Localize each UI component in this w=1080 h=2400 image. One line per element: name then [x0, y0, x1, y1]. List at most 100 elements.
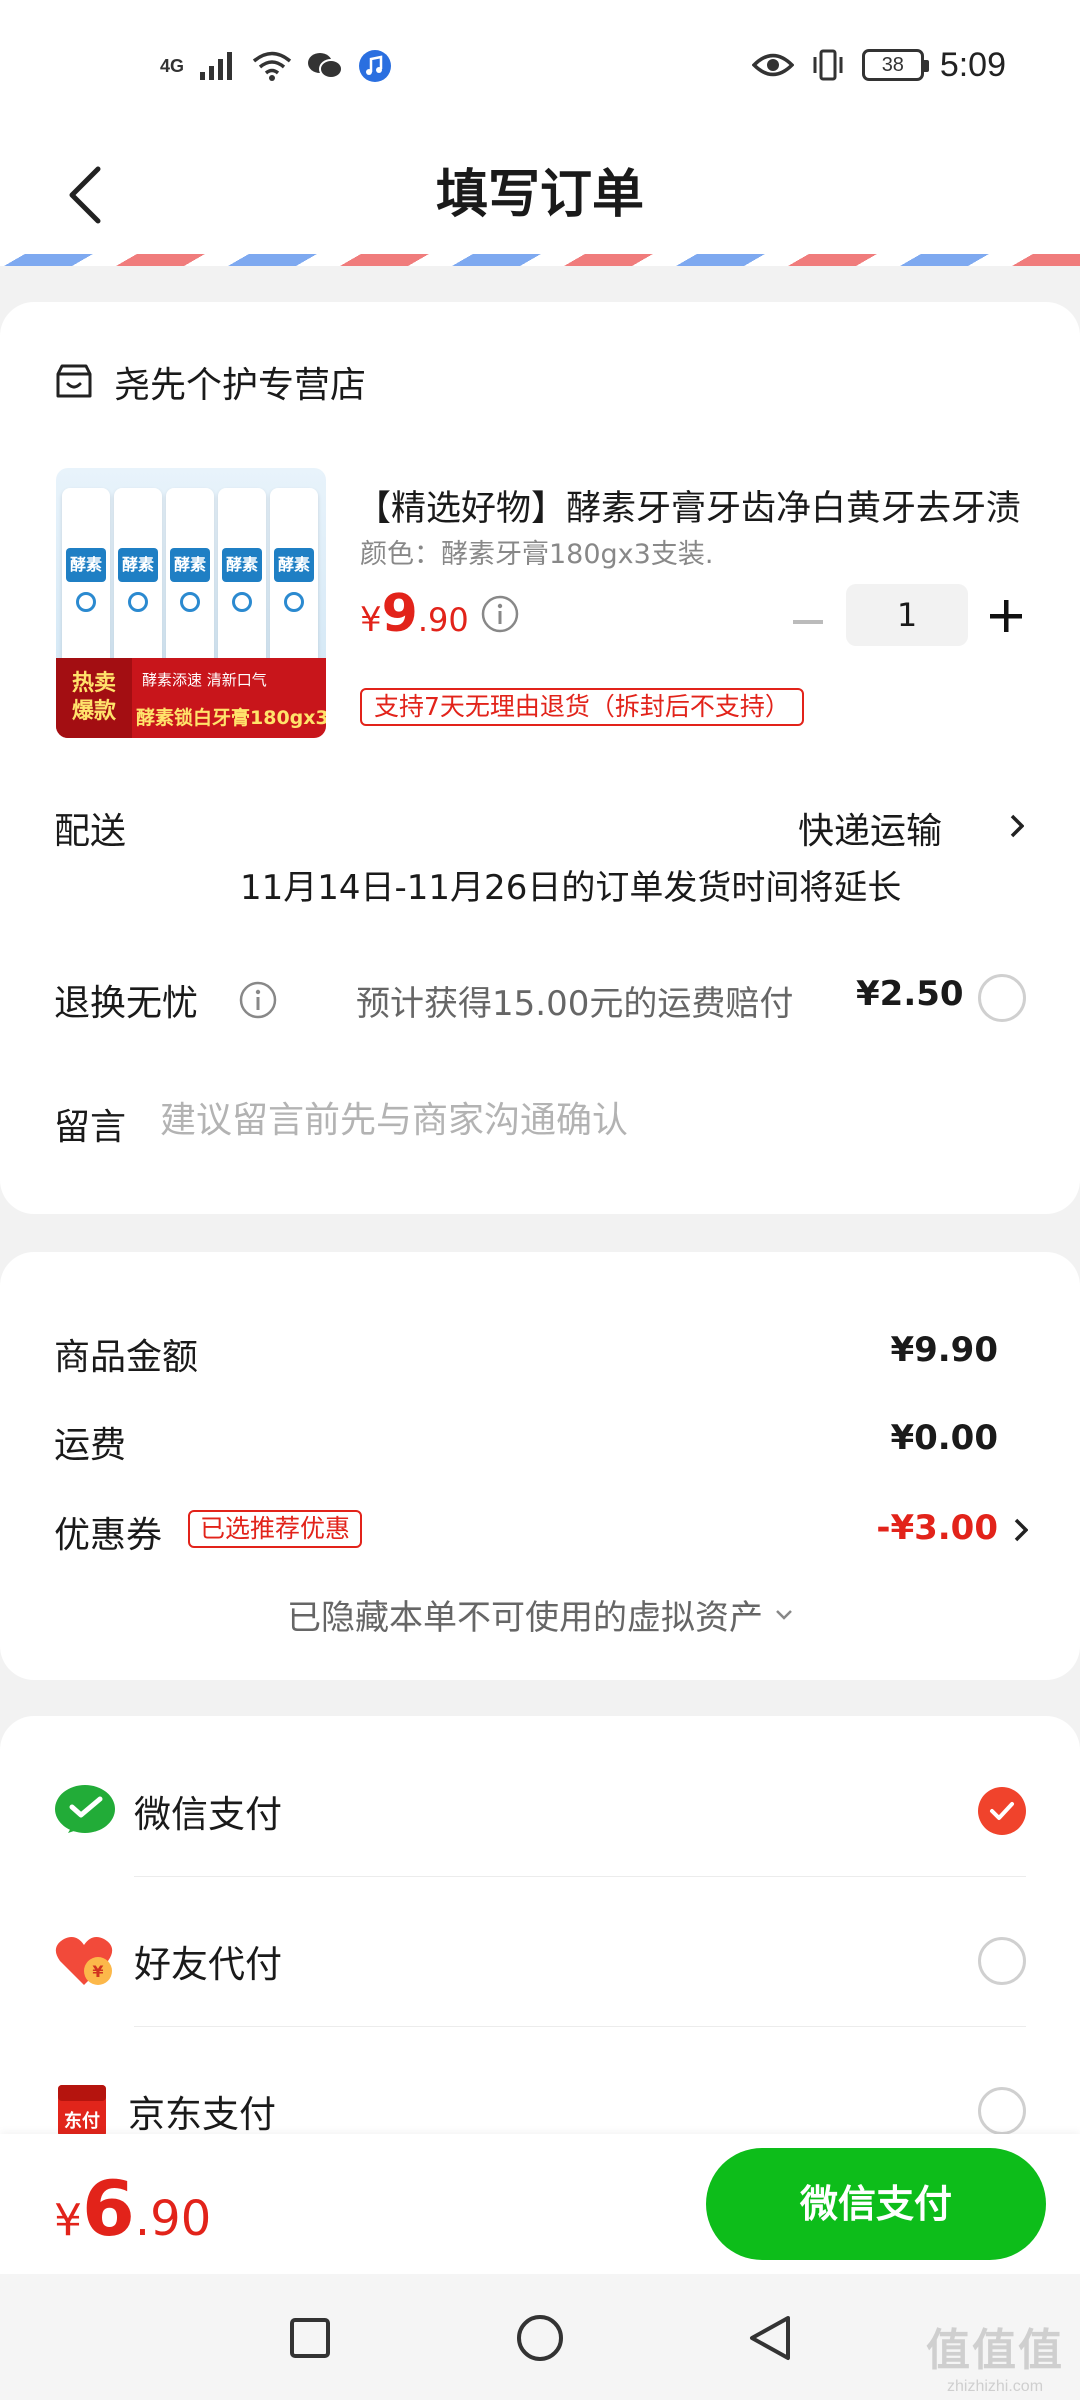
watermark: 值值值 zhizhizhi.com — [926, 2314, 1064, 2396]
quantity-value[interactable]: 1 — [846, 584, 968, 646]
watermark-logo: 值值值 — [926, 2325, 1064, 2376]
payment-name-jd: 京东支付 — [128, 2093, 276, 2136]
payment-divider — [134, 1876, 1026, 1877]
product-spec[interactable]: 颜色：酵素牙膏180gx3支装. — [360, 532, 713, 571]
product-hot-label: 热卖爆款 — [56, 658, 132, 738]
tube-label: 酵素 — [66, 548, 106, 582]
square-icon — [290, 2318, 330, 2358]
home-button[interactable] — [514, 2312, 566, 2364]
page-header: 填写订单 — [0, 130, 1080, 260]
delivery-chevron[interactable] — [1002, 804, 1032, 848]
product-tube: 酵素 — [270, 488, 318, 668]
chevron-down-icon — [776, 1609, 792, 1620]
return-worry-radio[interactable] — [978, 974, 1026, 1022]
delivery-delay-note: 11月14日-11月26日的订单发货时间将延长 — [240, 868, 902, 908]
store-header[interactable]: 尧先个护专营店 — [54, 356, 366, 408]
payment-name-friend: 好友代付 — [134, 1943, 282, 1986]
store-icon — [56, 364, 92, 398]
price-symbol: ¥ — [360, 600, 382, 640]
wechat-pay-icon — [55, 1785, 115, 1833]
info-icon — [239, 981, 277, 1019]
product-tube: 酵素 — [218, 488, 266, 668]
return-worry-info-button[interactable] — [238, 980, 278, 1024]
coupon-value[interactable]: -¥3.00 — [876, 1508, 998, 1548]
tube-dot — [128, 592, 148, 612]
checkmark-icon — [990, 1802, 1014, 1820]
shipping-fee-label: 运费 — [54, 1425, 127, 1466]
quantity-decrease-button[interactable] — [790, 602, 826, 642]
signal-icon — [200, 52, 233, 80]
hidden-assets-toggle[interactable]: 已隐藏本单不可使用的虚拟资产 — [0, 1590, 1080, 1639]
status-icons-left: 4G — [160, 44, 392, 88]
delivery-label: 配送 — [54, 811, 127, 852]
delivery-method[interactable]: 快递运输 — [798, 802, 942, 854]
return-worry-description: 预计获得15.00元的运费赔付 — [356, 984, 794, 1024]
total-symbol: ¥ — [54, 2195, 82, 2246]
goods-amount-value: ¥9.90 — [890, 1330, 998, 1370]
payment-option-wechat[interactable]: 微信支付 — [54, 1736, 1026, 1886]
price-decimal: .90 — [417, 601, 469, 639]
wifi-icon — [252, 51, 292, 81]
info-icon — [481, 595, 519, 633]
recent-apps-button[interactable] — [284, 2312, 336, 2364]
tube-label: 酵素 — [170, 548, 210, 582]
jd-pay-icon-text: 东付 — [64, 2110, 100, 2132]
triangle-back-icon — [750, 2316, 790, 2360]
music-app-icon — [359, 50, 392, 82]
pay-button[interactable]: 微信支付 — [706, 2148, 1046, 2260]
tube-dot — [76, 592, 96, 612]
product-title[interactable]: 【精选好物】酵素牙膏牙齿净白黄牙去牙渍 — [356, 480, 1036, 531]
return-worry-label: 退换无忧 — [54, 983, 199, 1024]
coupon-chevron[interactable] — [1006, 1508, 1036, 1552]
total-price: ¥ 6 .90 — [54, 2164, 211, 2253]
tube-dot — [180, 592, 200, 612]
payment-radio-friend[interactable] — [978, 1937, 1026, 1985]
tube-dot — [284, 592, 304, 612]
eye-icon — [751, 53, 794, 77]
watermark-url: zhizhizhi.com — [946, 2378, 1044, 2395]
battery-indicator: 38 — [861, 49, 929, 81]
coupon-tag: 已选推荐优惠 — [188, 1510, 363, 1548]
goods-amount-label: 商品金额 — [54, 1337, 199, 1378]
return-policy-tag: 支持7天无理由退货（拆封后不支持） — [360, 688, 804, 726]
system-nav-bar: 值值值 zhizhizhi.com — [0, 2274, 1080, 2400]
shipping-fee-value: ¥0.00 — [890, 1418, 998, 1458]
message-label: 留言 — [54, 1107, 127, 1148]
chevron-right-icon — [1010, 814, 1024, 838]
wechat-notification-icon — [308, 53, 344, 79]
product-tube: 酵素 — [166, 488, 214, 668]
address-stripe-divider — [0, 254, 1080, 266]
tube-label: 酵素 — [118, 548, 158, 582]
price-integer: 9 — [381, 584, 418, 644]
coupon-label: 优惠券 — [54, 1515, 163, 1556]
quantity-increase-button[interactable] — [986, 596, 1026, 636]
status-bar: 4G 38 5:09 — [0, 0, 1080, 130]
payment-radio-jd[interactable] — [978, 2087, 1026, 2135]
store-name: 尧先个护专营店 — [114, 365, 367, 406]
jd-pay-icon: 东付 — [58, 2085, 106, 2137]
friend-pay-icon: ¥ — [55, 1937, 113, 1985]
back-button[interactable] — [50, 155, 120, 235]
total-integer: 6 — [82, 2164, 135, 2253]
payment-methods-card: 微信支付 ¥ 好友代付 东付 京东支付 — [0, 1716, 1080, 2176]
product-image[interactable]: 酵素 酵素 酵素 酵素 酵素 热卖爆款 酵素添速 清新口气 酵素锁白牙膏180g… — [56, 468, 326, 738]
total-decimal: .90 — [134, 2191, 212, 2247]
status-time: 5:09 — [939, 45, 1006, 84]
chevron-right-icon — [1014, 1518, 1028, 1542]
back-nav-button[interactable] — [744, 2312, 796, 2364]
back-arrow-icon — [69, 166, 101, 224]
payment-option-friend[interactable]: ¥ 好友代付 — [54, 1886, 1026, 2036]
svg-text:¥: ¥ — [92, 1962, 103, 1981]
product-tube: 酵素 — [62, 488, 110, 668]
order-detail-card: 尧先个护专营店 酵素 酵素 酵素 酵素 酵素 热卖爆款 酵素添速 清新口气 酵素… — [0, 302, 1080, 1214]
product-price: ¥ 9 .90 — [360, 584, 469, 644]
checkout-bar: ¥ 6 .90 微信支付 — [0, 2134, 1080, 2274]
product-image-subtext: 酵素添速 清新口气 — [142, 671, 267, 689]
product-tube: 酵素 — [114, 488, 162, 668]
tube-label: 酵素 — [274, 548, 314, 582]
status-icons-right: 38 5:09 — [751, 40, 1006, 90]
price-info-button[interactable] — [480, 594, 520, 638]
network-type: 4G — [160, 55, 185, 76]
payment-radio-wechat[interactable] — [978, 1787, 1026, 1835]
message-input[interactable] — [160, 1092, 1000, 1148]
